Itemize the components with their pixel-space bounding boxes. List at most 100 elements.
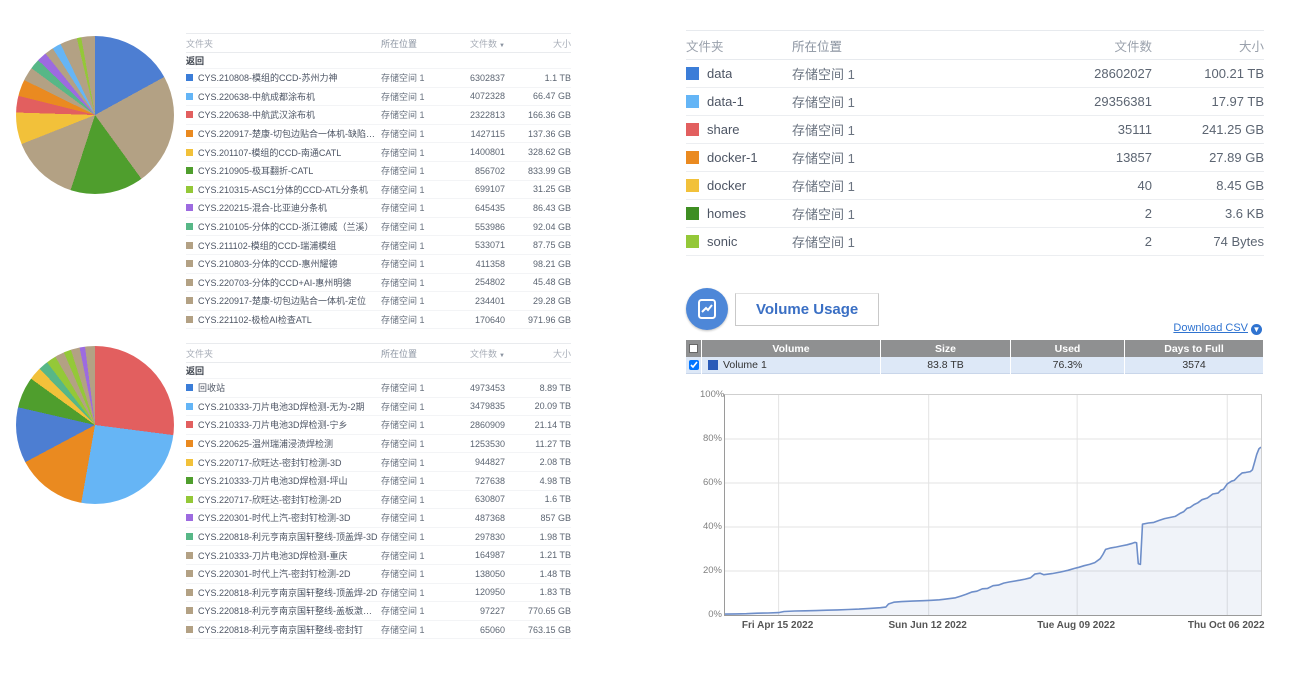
shared-folder-row[interactable]: docker-1 存储空间 1 13857 27.89 GB <box>686 144 1264 172</box>
folder-table-row[interactable]: CYS.210333-刀片电池3D焊检测-无为-2期 存储空间 1 347983… <box>186 398 571 417</box>
folder-name: homes <box>707 206 746 221</box>
folder-file-count: 170640 <box>445 315 505 325</box>
select-all-checkbox[interactable] <box>686 340 701 357</box>
volume-name: Volume 1 <box>723 359 767 371</box>
shared-folder-row[interactable]: docker 存储空间 1 40 8.45 GB <box>686 172 1264 200</box>
folder-location: 存储空间 1 <box>381 220 445 233</box>
folder-file-count: 4072328 <box>445 91 505 101</box>
column-header-size[interactable]: 大小 <box>505 37 571 50</box>
legend-color-swatch <box>186 316 193 323</box>
folder-table-row[interactable]: CYS.220818-利元亨南京国轩整线-密封钉 存储空间 1 65060 76… <box>186 621 571 640</box>
column-header-folder[interactable]: 文件夹 <box>186 37 381 50</box>
folder-size: 1.6 TB <box>505 494 571 504</box>
folder-table-row[interactable]: CYS.201107-模组的CCD-南通CATL 存储空间 1 1400801 … <box>186 143 571 162</box>
folder-file-count: 97227 <box>445 606 505 616</box>
folder-size: 1.48 TB <box>505 569 571 579</box>
column-header-files[interactable]: 文件数▼ <box>445 347 505 360</box>
folder-table-row[interactable]: CYS.220717-欣旺达-密封钉检测-3D 存储空间 1 944827 2.… <box>186 453 571 472</box>
folder-location: 存储空间 1 <box>381 437 445 450</box>
folder-table-row[interactable]: CYS.220917-楚康-切包边贴合一体机-缺陷检测 存储空间 1 14271… <box>186 125 571 144</box>
folder-file-count: 13857 <box>1022 150 1152 165</box>
folder-size: 17.97 TB <box>1152 94 1264 109</box>
report-chart-icon <box>695 297 719 321</box>
folder-table-row[interactable]: CYS.220917-楚康-切包边贴合一体机-定位 存储空间 1 234401 … <box>186 292 571 311</box>
column-header-files[interactable]: 文件数 <box>1022 36 1152 55</box>
folder-table-row[interactable]: CYS.210808-模组的CCD-苏州力神 存储空间 1 6302837 1.… <box>186 69 571 88</box>
folder-name: CYS.220638-中航武汉涂布机 <box>198 108 315 121</box>
folder-file-count: 630807 <box>445 494 505 504</box>
folder-table-row[interactable]: CYS.220717-欣旺达-密封钉检测-2D 存储空间 1 630807 1.… <box>186 491 571 510</box>
folder-table-row[interactable]: CYS.210333-刀片电池3D焊检测-宁乡 存储空间 1 2860909 2… <box>186 416 571 435</box>
folder-table-row[interactable]: 回收站 存储空间 1 4973453 8.89 TB <box>186 379 571 398</box>
folder-file-count: 297830 <box>445 532 505 542</box>
legend-color-swatch <box>686 95 699 108</box>
legend-color-swatch <box>186 459 193 466</box>
folder-table-row[interactable]: CYS.210333-刀片电池3D焊检测-重庆 存储空间 1 164987 1.… <box>186 546 571 565</box>
table-header-row: 文件夹 所在位置 文件数 大小 <box>686 30 1264 60</box>
column-header-folder[interactable]: 文件夹 <box>186 347 381 360</box>
folder-table-row[interactable]: CYS.210333-刀片电池3D焊检测-坪山 存储空间 1 727638 4.… <box>186 472 571 491</box>
folder-table-row[interactable]: CYS.210315-ASC1分体的CCD-ATL分条机 存储空间 1 6991… <box>186 181 571 200</box>
shared-folder-row[interactable]: homes 存储空间 1 2 3.6 KB <box>686 200 1264 228</box>
column-header-location[interactable]: 所在位置 <box>381 347 445 360</box>
folder-name: CYS.210905-极耳翻折-CATL <box>198 164 313 177</box>
folder-table-row[interactable]: CYS.210105-分体的CCD-浙江德威（兰溪） 存储空间 1 553986… <box>186 218 571 237</box>
folder-table-row[interactable]: CYS.220301-时代上汽-密封钉检测-3D 存储空间 1 487368 8… <box>186 509 571 528</box>
folder-size: 1.1 TB <box>505 73 571 83</box>
volume-usage-title: Volume Usage <box>735 293 879 326</box>
volume-size: 83.8 TB <box>881 357 1010 374</box>
column-header-used[interactable]: Used <box>1011 340 1124 357</box>
back-link[interactable]: 返回 <box>186 53 571 69</box>
column-header-size[interactable]: Size <box>881 340 1010 357</box>
folder-size: 763.15 GB <box>505 625 571 635</box>
column-header-location[interactable]: 所在位置 <box>792 36 1022 55</box>
back-link[interactable]: 返回 <box>186 363 571 379</box>
folder-table-row[interactable]: CYS.211102-模组的CCD-瑞浦模组 存储空间 1 533071 87.… <box>186 236 571 255</box>
column-header-volume[interactable]: Volume <box>702 340 880 357</box>
folder-file-count: 138050 <box>445 569 505 579</box>
folder-table-row[interactable]: CYS.220625-温州瑞浦浸渍焊检测 存储空间 1 1253530 11.2… <box>186 435 571 454</box>
folder-table-row[interactable]: CYS.220301-时代上汽-密封钉检测-2D 存储空间 1 138050 1… <box>186 565 571 584</box>
legend-color-swatch <box>186 384 193 391</box>
folder-table-row[interactable]: CYS.220638-中航成都涂布机 存储空间 1 4072328 66.47 … <box>186 88 571 107</box>
folder-location: 存储空间 1 <box>381 474 445 487</box>
folder-table-row[interactable]: CYS.210803-分体的CCD-惠州耀德 存储空间 1 411358 98.… <box>186 255 571 274</box>
column-header-size[interactable]: 大小 <box>1152 36 1264 55</box>
folder-table-row[interactable]: CYS.221102-极检AI检查ATL 存储空间 1 170640 971.9… <box>186 311 571 330</box>
folder-name: CYS.210808-模组的CCD-苏州力神 <box>198 71 338 84</box>
folder-name: CYS.211102-模组的CCD-瑞浦模组 <box>198 239 336 252</box>
column-header-size[interactable]: 大小 <box>505 347 571 360</box>
folder-table-row[interactable]: CYS.220215-混合-比亚迪分条机 存储空间 1 645435 86.43… <box>186 199 571 218</box>
column-header-days-to-full[interactable]: Days to Full <box>1125 340 1263 357</box>
legend-color-swatch <box>186 403 193 410</box>
folder-location: 存储空间 1 <box>381 623 445 636</box>
legend-color-swatch <box>186 186 193 193</box>
shared-folder-row[interactable]: share 存储空间 1 35111 241.25 GB <box>686 116 1264 144</box>
shared-folder-row[interactable]: data-1 存储空间 1 29356381 17.97 TB <box>686 88 1264 116</box>
volume-checkbox[interactable] <box>689 360 699 370</box>
y-tick-label: 40% <box>700 521 722 532</box>
folder-table-row[interactable]: CYS.220818-利元亨南京国轩整线-顶盖焊-3D 存储空间 1 29783… <box>186 528 571 547</box>
folder-location: 存储空间 1 <box>381 381 445 394</box>
download-csv-link[interactable]: Download CSV▼ <box>1150 322 1262 335</box>
folder-table-row[interactable]: CYS.220818-利元亨南京国轩整线-顶盖焊-2D 存储空间 1 12095… <box>186 584 571 603</box>
folder-table-row[interactable]: CYS.210905-极耳翻折-CATL 存储空间 1 856702 833.9… <box>186 162 571 181</box>
folder-size: 3.6 KB <box>1152 206 1264 221</box>
column-header-files[interactable]: 文件数▼ <box>445 37 505 50</box>
folder-file-count: 2322813 <box>445 110 505 120</box>
folder-name: CYS.220917-楚康-切包边贴合一体机-定位 <box>198 294 366 307</box>
folder-name: CYS.210105-分体的CCD-浙江德威（兰溪） <box>198 220 374 233</box>
folder-table-row[interactable]: CYS.220638-中航武汉涂布机 存储空间 1 2322813 166.36… <box>186 106 571 125</box>
folder-table-row[interactable]: CYS.220818-利元亨南京国轩整线-盖板激光焊接-... 存储空间 1 9… <box>186 602 571 621</box>
legend-color-swatch <box>186 440 193 447</box>
folder-size: 29.28 GB <box>505 296 571 306</box>
shared-folder-row[interactable]: sonic 存储空间 1 2 74 Bytes <box>686 228 1264 256</box>
shared-folder-row[interactable]: data 存储空间 1 28602027 100.21 TB <box>686 60 1264 88</box>
folder-name: CYS.220818-利元亨南京国轩整线-顶盖焊-3D <box>198 530 378 543</box>
volume-row[interactable]: Volume 1 83.8 TB 76.3% 3574 <box>686 357 1263 374</box>
folder-size: 8.45 GB <box>1152 178 1264 193</box>
folder-name: CYS.220301-时代上汽-密封钉检测-3D <box>198 511 351 524</box>
column-header-location[interactable]: 所在位置 <box>381 37 445 50</box>
column-header-folder[interactable]: 文件夹 <box>686 36 792 55</box>
folder-table-row[interactable]: CYS.220703-分体的CCD+AI-惠州明德 存储空间 1 254802 … <box>186 274 571 293</box>
